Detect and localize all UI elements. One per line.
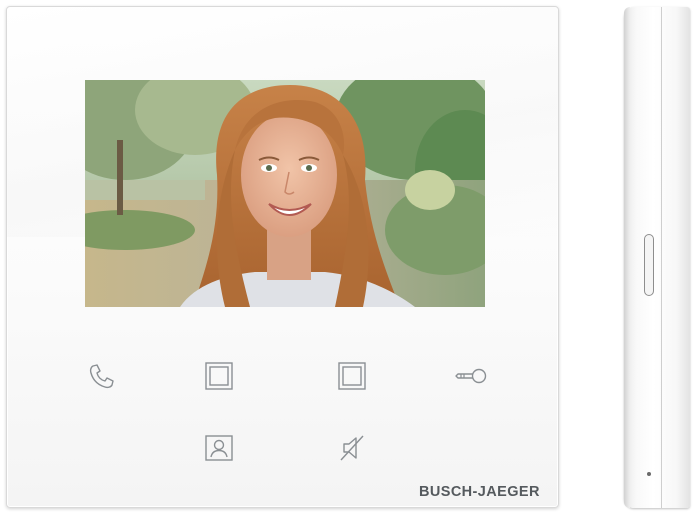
video-feed-image <box>85 80 485 307</box>
call-button[interactable] <box>79 356 125 396</box>
speaker-muted-icon <box>340 435 364 461</box>
key-icon <box>455 368 487 384</box>
side-slide-switch[interactable] <box>644 234 654 296</box>
phone-handset-icon <box>89 364 114 389</box>
device-side-view <box>624 7 690 508</box>
surveillance-button[interactable] <box>196 428 242 468</box>
side-edge <box>624 7 630 508</box>
door-open-button[interactable] <box>448 356 494 396</box>
portrait-icon <box>205 435 233 461</box>
front-panel: BUSCH-JAEGER <box>6 6 559 508</box>
video-screen <box>85 80 485 307</box>
square-icon <box>205 362 233 390</box>
mute-button[interactable] <box>329 428 375 468</box>
function-button-1[interactable] <box>196 356 242 396</box>
square-icon <box>338 362 366 390</box>
side-led-indicator <box>647 472 651 476</box>
brand-logo-text: BUSCH-JAEGER <box>419 484 540 500</box>
side-seam <box>661 7 662 508</box>
function-button-2[interactable] <box>329 356 375 396</box>
